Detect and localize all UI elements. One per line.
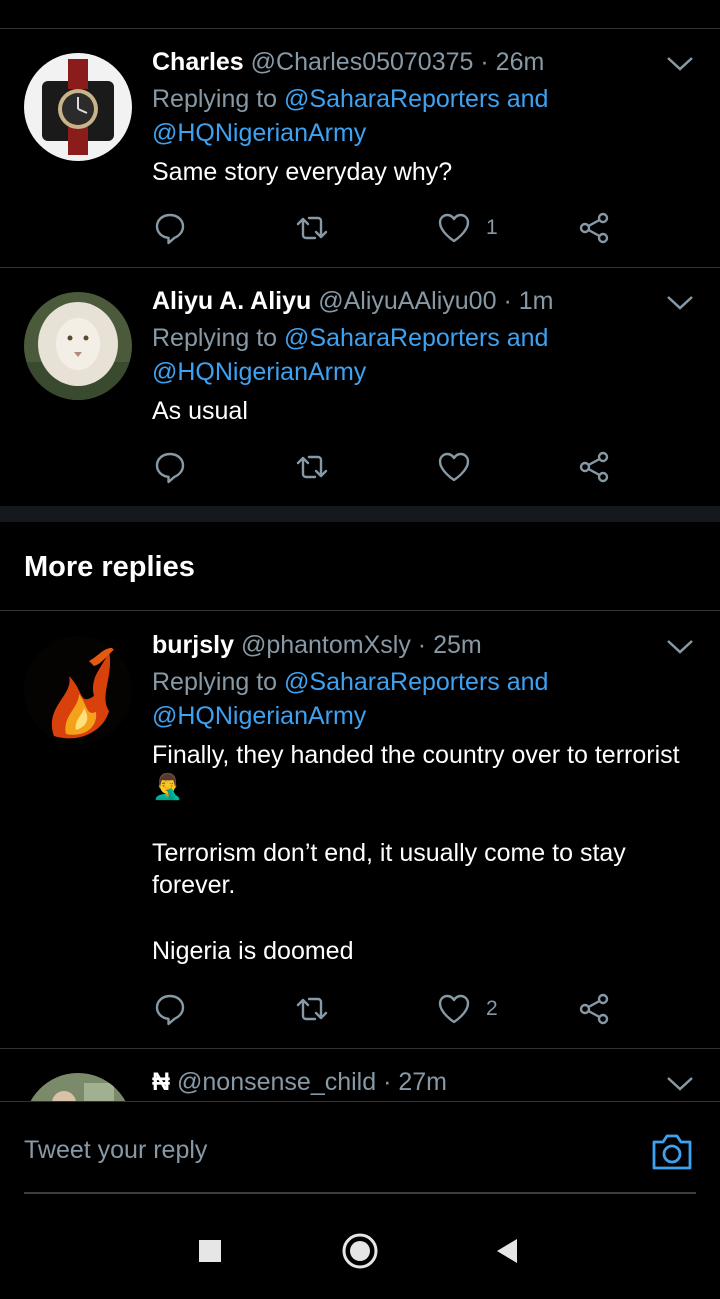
reply-underline [24,1192,696,1194]
author-handle[interactable]: @AliyuAAliyu00 [318,287,496,315]
timestamp[interactable]: 27m [398,1068,447,1096]
partial-avatar[interactable] [24,1073,132,1101]
like-button[interactable]: 1 [436,208,498,248]
like-button[interactable] [436,447,472,487]
retweet-icon [296,997,328,1021]
reply-icon [155,994,185,1026]
heart-icon [438,994,470,1024]
more-replies-heading: More replies [24,551,195,583]
like-count: 1 [486,216,498,239]
retweet-icon [296,216,328,240]
tweet-divider [0,1048,720,1049]
chevron-down-icon[interactable] [664,54,696,74]
tweet-header: Aliyu A. Aliyu @AliyuAAliyu00 · 1m [152,283,553,319]
camera-icon[interactable] [650,1132,694,1172]
tweet-text: As usual [152,397,248,425]
share-button[interactable] [576,208,612,248]
like-button[interactable]: 2 [436,989,498,1029]
tweet-divider [0,267,720,268]
heart-icon [438,452,470,482]
replying-prefix: Replying to [152,85,278,113]
tweet-nonsense-child[interactable]: ₦ @nonsense_child · 27m [0,1064,720,1101]
share-icon [579,993,609,1025]
author-name[interactable]: burjsly [152,631,234,659]
tweet-actions [152,447,632,487]
reply-input[interactable]: Tweet your reply [24,1136,207,1165]
tweet-text-line: Nigeria is doomed [152,937,354,965]
share-button[interactable] [576,989,612,1029]
separator-dot: · [503,287,512,315]
mention-link[interactable]: @HQNigerianArmy [152,358,366,386]
timestamp[interactable]: 1m [519,287,554,315]
reply-composer: Tweet your reply [0,1101,720,1202]
author-name[interactable]: Aliyu A. Aliyu [152,287,311,315]
tweet-header: Charles @Charles05070375 · 26m [152,44,544,80]
retweet-button[interactable] [294,208,330,248]
tweet-actions: 2 [152,989,632,1029]
chevron-down-icon[interactable] [664,293,696,313]
tweet-divider [0,610,720,611]
reply-button[interactable] [152,208,188,248]
share-button[interactable] [576,447,612,487]
system-nav-bar [0,1201,720,1299]
share-icon [579,451,609,483]
replying-to: Replying to @SaharaReporters and @HQNige… [152,665,672,733]
retweet-button[interactable] [294,989,330,1029]
heart-icon [438,213,470,243]
top-divider [0,28,720,29]
mention-link[interactable]: @SaharaReporters and [284,668,548,696]
mention-link[interactable]: @HQNigerianArmy [152,119,366,147]
mention-link[interactable]: @HQNigerianArmy [152,702,366,730]
home-button[interactable] [340,1231,380,1271]
replying-prefix: Replying to [152,668,278,696]
share-icon [579,212,609,244]
timestamp[interactable]: 25m [433,631,482,659]
author-name[interactable]: ₦ [152,1068,170,1096]
separator-dot: · [417,631,427,659]
like-count: 2 [486,997,498,1020]
author-handle[interactable]: @Charles05070375 [251,48,474,76]
author-name[interactable]: Charles [152,48,244,76]
tweet-actions: 1 [152,208,632,248]
tweet-text-line: forever. [152,871,236,899]
tweet-header: burjsly @phantomXsly · 25m [152,627,482,663]
reply-button[interactable] [152,447,188,487]
author-handle[interactable]: @nonsense_child [177,1068,376,1096]
reply-button[interactable] [152,989,188,1029]
mention-link[interactable]: @SaharaReporters and [284,85,548,113]
author-handle[interactable]: @phantomXsly [241,631,411,659]
replying-to: Replying to @SaharaReporters and @HQNige… [152,321,672,389]
reply-icon [155,452,185,484]
tweet-text: Finally, they handed the country over to… [152,739,692,967]
separator-dot: · [383,1068,392,1096]
replying-prefix: Replying to [152,324,278,352]
recents-button[interactable] [190,1231,230,1271]
separator-dot: · [480,48,489,76]
tweet-text-line: Finally, they handed the country over to… [152,741,680,769]
chevron-down-icon[interactable] [664,637,696,657]
section-separator [0,506,720,522]
lion-avatar[interactable] [24,292,132,400]
facepalm-emoji: 🤦‍♂️ [152,773,184,801]
tweet-header: ₦ @nonsense_child · 27m [152,1064,447,1100]
back-button[interactable] [488,1231,528,1271]
tweet-text: Same story everyday why? [152,158,453,186]
chevron-down-icon[interactable] [664,1074,696,1094]
timestamp[interactable]: 26m [496,48,545,76]
retweet-button[interactable] [294,447,330,487]
flame-avatar[interactable] [24,636,132,744]
mention-link[interactable]: @SaharaReporters and [284,324,548,352]
tweet-text-line: Terrorism don’t end, it usually come to … [152,839,626,867]
replying-to: Replying to @SaharaReporters and @HQNige… [152,82,672,150]
watch-avatar[interactable] [24,53,132,161]
reply-icon [155,213,185,245]
retweet-icon [296,455,328,479]
